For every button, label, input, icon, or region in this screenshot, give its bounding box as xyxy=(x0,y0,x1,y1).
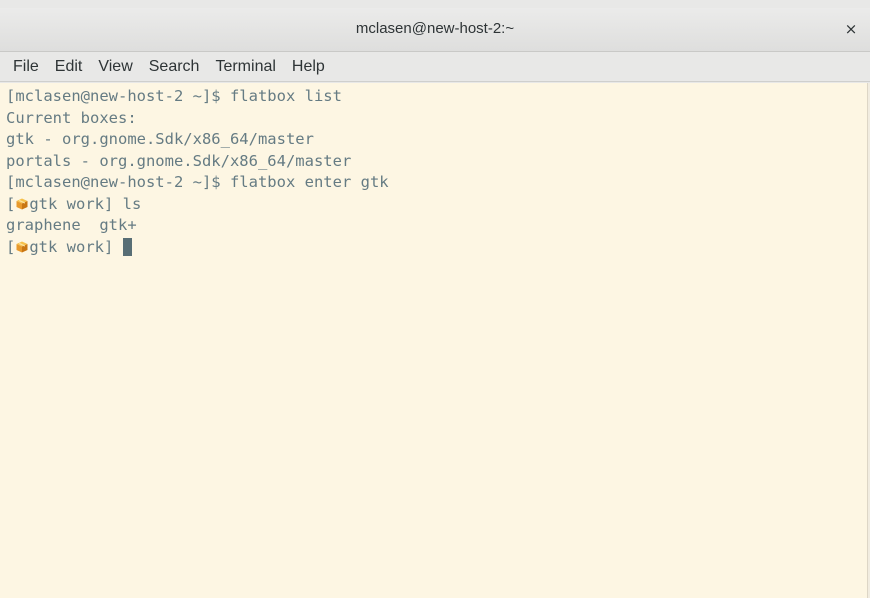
menu-bar: File Edit View Search Terminal Help xyxy=(0,52,870,82)
text-cursor xyxy=(122,237,132,256)
package-box-icon xyxy=(16,198,28,209)
box-prompt-line: [ gtk work] xyxy=(6,237,867,259)
prompt-open-bracket: [ xyxy=(6,237,16,256)
title-bar[interactable]: mclasen@new-host-2:~ × xyxy=(0,8,870,52)
menu-help[interactable]: Help xyxy=(284,58,333,76)
terminal-output[interactable]: [mclasen@new-host-2 ~]$ flatbox list Cur… xyxy=(0,83,867,598)
terminal-line: gtk - org.gnome.Sdk/x86_64/master xyxy=(6,130,314,148)
terminal-line: graphene gtk+ xyxy=(6,216,137,234)
menu-search[interactable]: Search xyxy=(141,58,208,76)
package-box-icon xyxy=(16,241,28,252)
terminal-line: portals - org.gnome.Sdk/x86_64/master xyxy=(6,151,352,170)
box-prompt-line: [ gtk work] ls xyxy=(6,194,867,216)
menu-edit[interactable]: Edit xyxy=(47,58,91,76)
menu-file[interactable]: File xyxy=(5,58,47,76)
terminal-line: [mclasen@new-host-2 ~]$ flatbox list xyxy=(6,87,342,105)
terminal-line: [mclasen@new-host-2 ~]$ flatbox enter gt… xyxy=(6,173,389,191)
menu-view[interactable]: View xyxy=(90,58,140,76)
command-text: ls xyxy=(122,194,142,213)
terminal-window: mclasen@new-host-2:~ × File Edit View Se… xyxy=(0,0,870,598)
prompt-text: gtk work] xyxy=(29,237,123,256)
menu-terminal[interactable]: Terminal xyxy=(207,58,283,76)
close-icon: × xyxy=(844,20,858,38)
prompt-text: gtk work] xyxy=(29,194,123,213)
close-button[interactable]: × xyxy=(840,18,862,40)
window-title: mclasen@new-host-2:~ xyxy=(355,20,515,37)
prompt-open-bracket: [ xyxy=(6,194,16,213)
terminal-line: Current boxes: xyxy=(6,108,137,127)
